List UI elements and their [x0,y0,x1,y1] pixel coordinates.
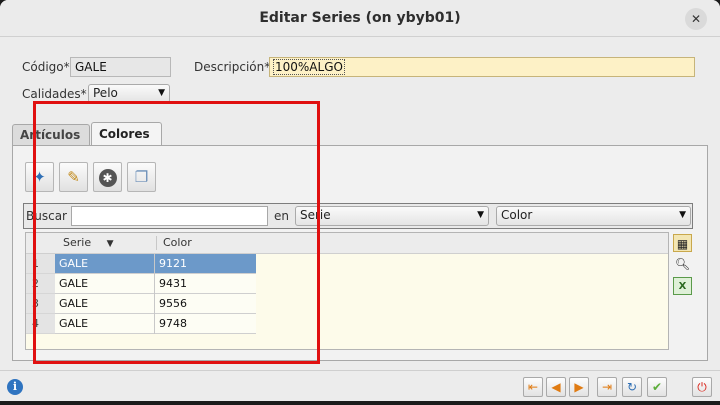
accept-icon: ✔ [651,380,663,394]
descripcion-value: 100%ALGO [273,59,345,75]
edit-record-icon: ✎ [67,168,80,186]
table-header: Serie ▼ Color [26,233,668,254]
table-settings-icon[interactable]: ▦ [673,234,692,252]
table-row[interactable]: GALE 9748 [55,314,256,334]
search-input[interactable] [71,206,268,226]
cell-serie: GALE [55,314,155,334]
descripcion-label: Descripción* [194,60,271,74]
tab-articulos[interactable]: Artículos [12,124,90,146]
first-record-button[interactable]: ⇤ [523,377,543,397]
copy-record-button[interactable]: ❐ [127,162,156,192]
info-icon[interactable]: i [7,379,23,395]
delete-record-icon: ✱ [98,169,117,187]
chevron-down-icon: ▼ [679,210,686,220]
search-field-value: Serie [300,208,331,222]
chevron-down-icon: ▼ [158,88,165,98]
copy-record-icon: ❐ [134,168,149,186]
cell-serie: GALE [55,274,155,294]
sort-desc-icon: ▼ [106,239,114,249]
edit-record-button[interactable]: ✎ [59,162,88,192]
new-record-button[interactable]: ✦ [25,162,54,192]
refresh-button[interactable]: ↻ [622,377,642,397]
table-row[interactable]: GALE 9121 [55,254,256,274]
search-column-select[interactable]: Color ▼ [496,206,691,226]
row-number: 1 [26,254,55,274]
table-row[interactable]: GALE 9556 [55,294,256,314]
search-in-label: en [274,209,289,223]
tab-colores-label: Colores [99,127,150,141]
dialog-window: Editar Series (on ybyb01) ✕ Código* GALE… [0,0,720,401]
next-icon: ▶ [574,380,584,394]
delete-record-button[interactable]: ✱ [93,162,122,192]
new-record-icon: ✦ [33,168,46,186]
close-icon[interactable]: ✕ [685,8,707,30]
previous-icon: ◀ [551,380,561,394]
column-header-color[interactable]: Color [163,236,192,249]
row-number: 2 [26,274,55,294]
exit-icon: ⏻ [697,380,707,394]
column-header-serie[interactable]: Serie ▼ [63,236,114,249]
codigo-label: Código* [22,60,70,74]
row-number: 4 [26,314,55,334]
cell-serie: GALE [55,294,155,314]
codigo-field[interactable]: GALE [70,57,171,77]
search-icon[interactable]: 🔍︎ [673,255,692,273]
chevron-down-icon: ▼ [477,210,484,220]
cell-color: 9556 [159,297,187,310]
accept-button[interactable]: ✔ [647,377,667,397]
calidades-value: Pelo [93,86,118,100]
excel-export-icon[interactable]: X [673,277,692,295]
calidades-select[interactable]: Pelo ▼ [88,84,170,103]
last-record-button[interactable]: ⇥ [597,377,617,397]
search-column-value: Color [501,208,533,222]
cell-color: 9431 [159,277,187,290]
refresh-icon: ↻ [626,380,638,394]
search-field-select[interactable]: Serie ▼ [295,206,489,226]
cell-color: 9121 [159,257,187,270]
series-table: Serie ▼ Color 1 GALE 9121 2 GALE 9431 3 … [25,232,669,350]
exit-button[interactable]: ⏻ [692,377,712,397]
window-title: Editar Series (on ybyb01) [259,10,461,26]
column-separator [156,236,157,250]
previous-record-button[interactable]: ◀ [546,377,566,397]
descripcion-field[interactable]: 100%ALGO [269,57,695,77]
first-icon: ⇤ [527,380,539,394]
last-icon: ⇥ [601,380,613,394]
calidades-label: Calidades* [22,87,87,101]
table-row[interactable]: GALE 9431 [55,274,256,294]
tab-articulos-label: Artículos [20,128,81,142]
cell-serie: GALE [55,254,155,274]
title-bar: Editar Series (on ybyb01) ✕ [0,0,720,37]
tab-colores[interactable]: Colores [91,122,162,146]
next-record-button[interactable]: ▶ [569,377,589,397]
cell-color: 9748 [159,317,187,330]
search-label: Buscar [26,209,67,223]
row-number: 3 [26,294,55,314]
